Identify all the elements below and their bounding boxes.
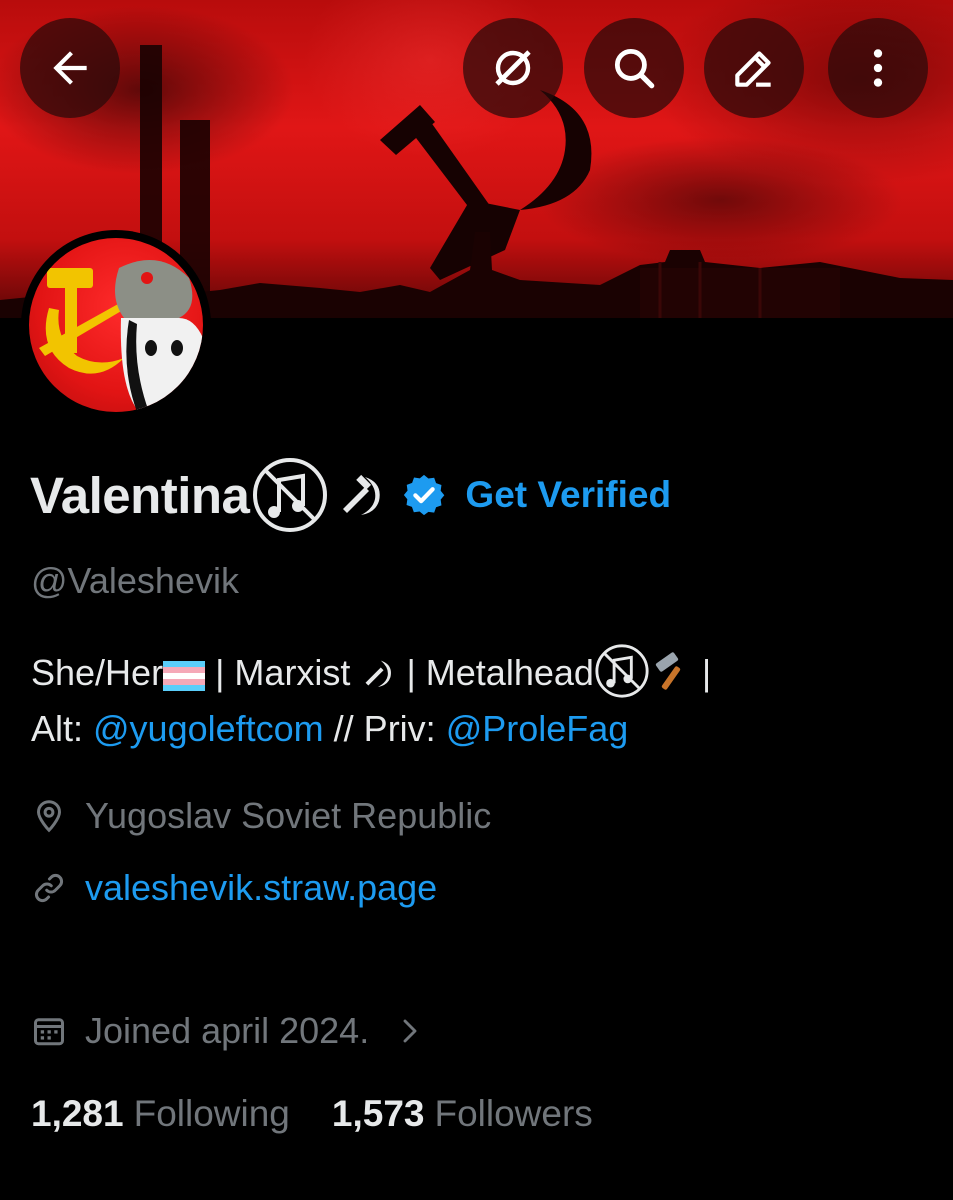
grok-button[interactable] [463, 18, 563, 118]
bio-metalhead: | Metalhead [396, 652, 594, 693]
no-music-icon [253, 458, 328, 532]
avatar[interactable] [21, 230, 211, 420]
edit-icon [735, 51, 771, 87]
bio-pronouns: She/Her [31, 652, 164, 693]
private-account-link[interactable]: @ProleFag [446, 708, 629, 749]
follow-stats: 1,281 Following 1,573 Followers [31, 1093, 635, 1135]
edit-profile-button[interactable] [704, 18, 804, 118]
link-icon [35, 874, 63, 902]
following-stat[interactable]: 1,281 Following [31, 1093, 290, 1135]
arrow-left-icon [53, 51, 87, 85]
more-button[interactable] [828, 18, 928, 118]
search-button[interactable] [584, 18, 684, 118]
location-text: Yugoslav Soviet Republic [85, 795, 492, 836]
display-name: Valentina [30, 466, 250, 524]
bio-marxist: | Marxist [205, 652, 361, 693]
trans-flag-emoji [163, 661, 206, 691]
get-verified-link[interactable]: Get Verified [465, 474, 671, 516]
verified-badge-icon[interactable] [401, 472, 447, 518]
joined-text: Joined april 2024. [85, 1010, 370, 1051]
handle: @Valeshevik [31, 560, 239, 601]
more-vertical-icon [873, 49, 883, 87]
back-button[interactable] [20, 18, 120, 118]
hammer-sickle-icon [343, 474, 381, 515]
bio-line-1: She/Her | Marxist | Metalhead | [31, 643, 931, 701]
followers-label: Followers [434, 1093, 593, 1134]
name-row: Valentina Get Verified [30, 455, 671, 535]
hammer-emoji [655, 652, 681, 690]
bio-priv-label: // Priv: [323, 708, 446, 749]
bio-separator: | [691, 652, 712, 693]
bio: She/Her | Marxist | Metalhead | Alt: @yu… [31, 643, 931, 757]
following-label: Following [133, 1093, 290, 1134]
avatar-image [29, 238, 203, 412]
name-emoji [251, 456, 387, 534]
following-count: 1,281 [31, 1093, 124, 1134]
alt-account-link[interactable]: @yugoleftcom [93, 708, 324, 749]
followers-count: 1,573 [331, 1093, 425, 1134]
bio-alt-label: Alt: [31, 708, 94, 749]
search-icon [614, 48, 655, 89]
chevron-right-icon [403, 1019, 417, 1043]
bio-line-2: Alt: @yugoleftcom // Priv: @ProleFag [31, 701, 931, 757]
website-link[interactable]: valeshevik.straw.page [85, 867, 437, 909]
no-music-icon [595, 644, 649, 698]
website-row: valeshevik.straw.page [31, 860, 437, 916]
location-pin-icon [36, 800, 62, 833]
followers-stat[interactable]: 1,573 Followers [332, 1093, 593, 1135]
location-row: Yugoslav Soviet Republic [31, 788, 491, 844]
calendar-icon [34, 1018, 64, 1046]
hammer-sickle-icon [365, 660, 392, 687]
grok-icon [495, 50, 531, 86]
joined-row[interactable]: Joined april 2024. [31, 1003, 443, 1059]
